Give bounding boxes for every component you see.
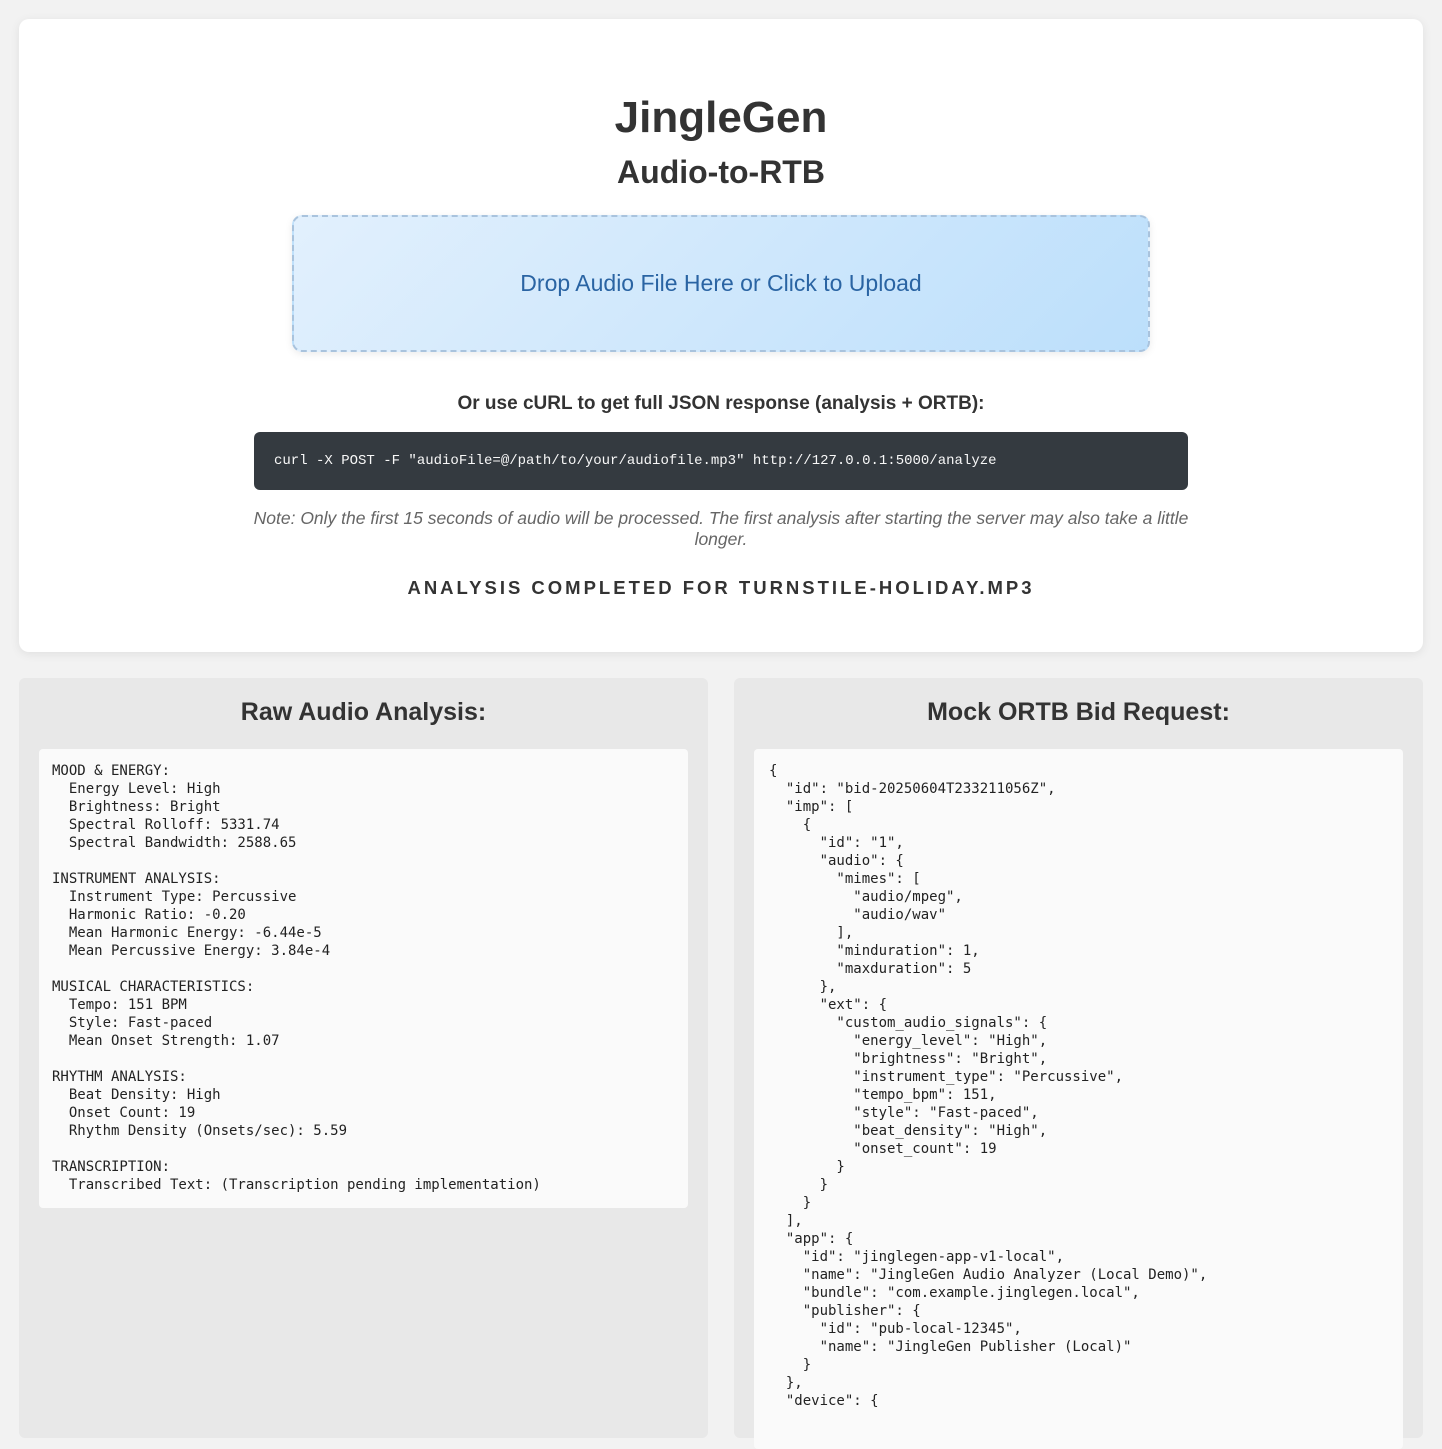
json-line: "tempo_bpm": 151, [769,1087,997,1103]
analysis-section-heading: TRANSCRIPTION: [52,1159,171,1175]
analysis-section-heading: INSTRUMENT ANALYSIS: [52,871,221,887]
curl-command: curl -X POST -F "audioFile=@/path/to/you… [274,453,997,469]
json-line: "onset_count": 19 [769,1141,997,1157]
json-line: "brightness": "Bright", [769,1051,1048,1067]
analysis-line: Beat Density: High [52,1087,221,1103]
analysis-section: RHYTHM ANALYSIS: Beat Density: High Onse… [52,1068,675,1140]
analysis-line: Mean Percussive Energy: 3.84e-4 [52,943,331,959]
json-line: "ext": { [769,997,888,1013]
raw-analysis-output: MOOD & ENERGY: Energy Level: High Bright… [39,749,688,1208]
analysis-section: TRANSCRIPTION: Transcribed Text: (Transc… [52,1158,675,1194]
json-line: "name": "JingleGen Publisher (Local)" [769,1339,1132,1355]
json-line: ], [769,1213,803,1229]
raw-analysis-title: Raw Audio Analysis: [240,698,487,726]
json-line: } [769,1357,812,1373]
json-line: "bundle": "com.example.jinglegen.local", [769,1285,1140,1301]
json-line: { [769,763,778,779]
upload-label: Drop Audio File Here or Click to Upload [520,270,922,296]
analysis-status: Analysis completed for turnstile-holiday… [407,577,1035,598]
json-line: "device": { [769,1393,879,1409]
json-line: "id": "bid-20250604T233211056Z", [769,781,1056,797]
analysis-line: Rhythm Density (Onsets/sec): 5.59 [52,1123,348,1139]
json-line: } [769,1159,845,1175]
json-line: } [769,1177,829,1193]
analysis-line: Mean Onset Strength: 1.07 [52,1033,280,1049]
json-line: }, [769,1375,803,1391]
json-line: "audio/wav" [769,907,947,923]
analysis-line: Spectral Rolloff: 5331.74 [52,817,280,833]
json-line: "id": "jinglegen-app-v1-local", [769,1249,1065,1265]
analysis-line: Tempo: 151 BPM [52,997,187,1013]
analysis-section: MOOD & ENERGY: Energy Level: High Bright… [52,762,675,852]
json-line: "id": "1", [769,835,904,851]
analysis-section-heading: MUSICAL CHARACTERISTICS: [52,979,255,995]
json-line: "app": { [769,1231,854,1247]
json-line: "style": "Fast-paced", [769,1105,1039,1121]
json-line: "name": "JingleGen Audio Analyzer (Local… [769,1267,1208,1283]
json-line: "mimes": [ [769,871,921,887]
ortb-title: Mock ORTB Bid Request: [927,698,1230,726]
json-line: "energy_level": "High", [769,1033,1048,1049]
json-line: "audio": { [769,853,904,869]
audio-upload-dropzone[interactable]: Drop Audio File Here or Click to Upload [292,215,1150,352]
upload-card: JingleGen Audio-to-RTB Drop Audio File H… [19,19,1423,652]
json-line: "publisher": { [769,1303,921,1319]
json-line: "imp": [ [769,799,854,815]
raw-analysis-panel: Raw Audio Analysis: MOOD & ENERGY: Energ… [19,678,708,1438]
analysis-line: Brightness: Bright [52,799,221,815]
analysis-line: Transcribed Text: (Transcription pending… [52,1177,541,1193]
ortb-json-output: { "id": "bid-20250604T233211056Z", "imp"… [754,749,1403,1449]
analysis-section-heading: RHYTHM ANALYSIS: [52,1069,187,1085]
json-line: "custom_audio_signals": { [769,1015,1048,1031]
app-title: JingleGen [614,93,828,142]
analysis-section: INSTRUMENT ANALYSIS: Instrument Type: Pe… [52,870,675,960]
json-line: "maxduration": 5 [769,961,972,977]
analysis-section: MUSICAL CHARACTERISTICS: Tempo: 151 BPM … [52,978,675,1050]
json-line: { [769,817,812,833]
json-line: "minduration": 1, [769,943,980,959]
app-subtitle: Audio-to-RTB [617,154,825,190]
curl-command-block[interactable]: curl -X POST -F "audioFile=@/path/to/you… [254,432,1188,490]
analysis-section-heading: MOOD & ENERGY: [52,763,171,779]
analysis-line: Onset Count: 19 [52,1105,196,1121]
analysis-line: Instrument Type: Percussive [52,889,297,905]
json-line: }, [769,979,837,995]
analysis-line: Mean Harmonic Energy: -6.44e-5 [52,925,322,941]
analysis-line: Harmonic Ratio: -0.20 [52,907,246,923]
json-line: "beat_density": "High", [769,1123,1048,1139]
processing-note: Note: Only the first 15 seconds of audio… [253,508,1189,549]
json-line: "id": "pub-local-12345", [769,1321,1022,1337]
json-line: ], [769,925,854,941]
json-line: "instrument_type": "Percussive", [769,1069,1124,1085]
analysis-line: Energy Level: High [52,781,221,797]
curl-heading: Or use cURL to get full JSON response (a… [457,393,985,414]
analysis-line: Spectral Bandwidth: 2588.65 [52,835,297,851]
json-line: "audio/mpeg", [769,889,963,905]
ortb-panel: Mock ORTB Bid Request: { "id": "bid-2025… [734,678,1423,1449]
analysis-line: Style: Fast-paced [52,1015,213,1031]
json-line: } [769,1195,812,1211]
